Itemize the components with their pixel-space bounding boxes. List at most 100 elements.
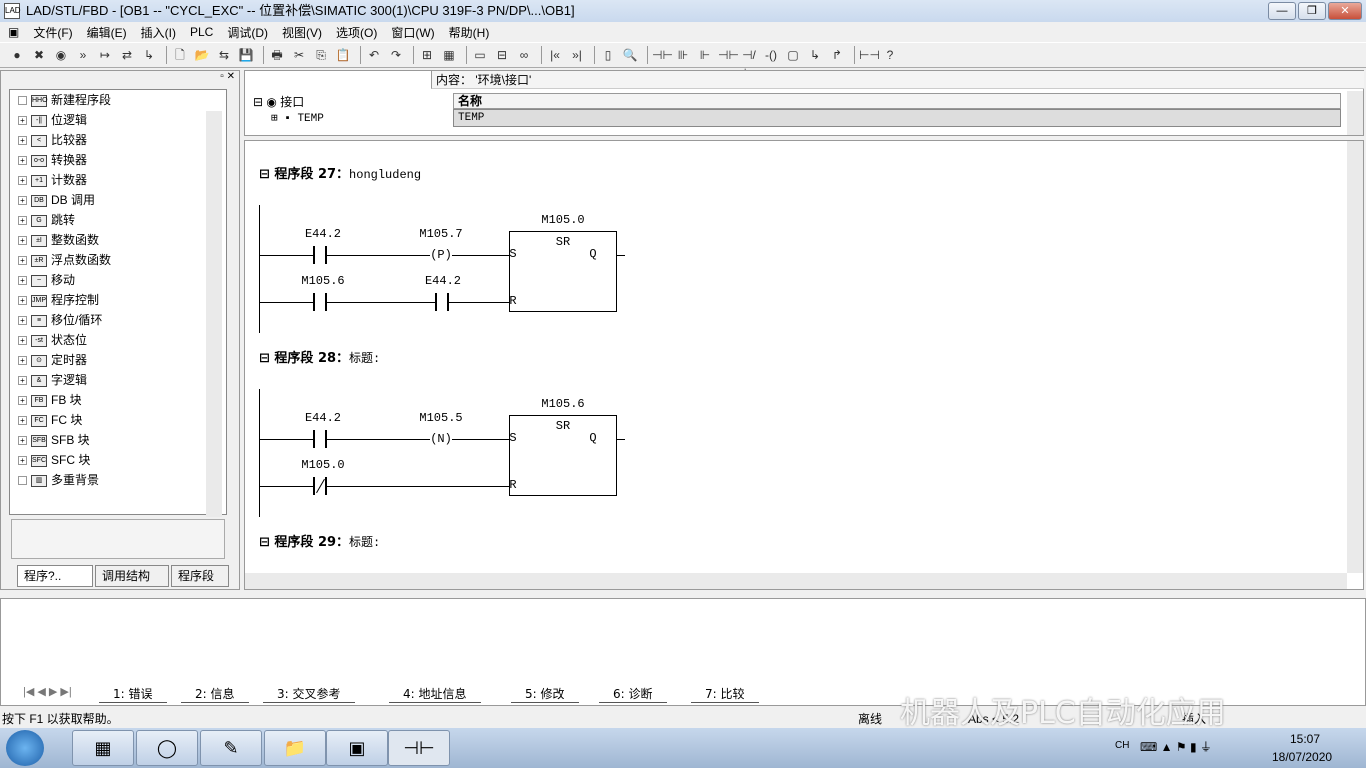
toolbar-button-icon[interactable]: ↦ (96, 46, 114, 64)
expand-icon[interactable]: + (18, 236, 27, 246)
expand-icon[interactable]: + (18, 416, 27, 426)
network-header[interactable]: ⊟ 程序段 27：honglude​ng (259, 163, 421, 182)
toolbar-button-icon[interactable]: ? (881, 46, 899, 64)
collapse-icon[interactable]: ⊟ (259, 535, 274, 550)
interface-temp[interactable]: ⊞ ▪ TEMP (271, 111, 324, 125)
interface-row-temp[interactable]: TEMP (453, 109, 1341, 127)
expand-icon[interactable]: + (18, 216, 27, 226)
tab-nav-arrows[interactable]: |◀ ◀ ▶ ▶| (23, 685, 72, 698)
expand-icon[interactable]: + (18, 196, 27, 206)
tree-item[interactable]: ▥ 多重背景 (10, 470, 226, 490)
menu-item[interactable]: 编辑(E) (87, 24, 127, 41)
contact-E44.2[interactable] (313, 246, 327, 264)
expand-icon[interactable]: + (18, 456, 27, 466)
maximize-button[interactable]: ❐ (1298, 2, 1326, 20)
tree-item[interactable]: + -|| 位逻辑 (10, 110, 226, 130)
menu-item[interactable]: 视图(V) (282, 24, 322, 41)
tree-item[interactable]: HHO 新建程序段 (10, 90, 226, 110)
expand-icon[interactable]: + (18, 436, 27, 446)
expand-icon[interactable]: + (18, 276, 27, 286)
toolbar-button-icon[interactable]: 🖶 (268, 46, 286, 64)
toolbar-button-icon[interactable]: -() (762, 46, 780, 64)
tree-item[interactable]: + FB FB 块 (10, 390, 226, 410)
toolbar-button-icon[interactable]: ↱ (828, 46, 846, 64)
toolbar-button-icon[interactable]: ⊞ (418, 46, 436, 64)
output-tab[interactable]: 2: 信息 (181, 685, 249, 703)
toolbar-button-icon[interactable]: » (74, 46, 92, 64)
expand-icon[interactable]: + (18, 256, 27, 266)
menu-item[interactable]: 插入(I) (141, 24, 176, 41)
tree-item[interactable]: + ±R 浮点数函数 (10, 250, 226, 270)
contact-E44.2[interactable] (313, 430, 327, 448)
tab-program-elements[interactable]: 程序?.. (17, 565, 93, 587)
toolbar-button-icon[interactable]: »| (568, 46, 586, 64)
tree-item[interactable]: + < 比较器 (10, 130, 226, 150)
doc-icon[interactable]: ▣ (8, 25, 19, 39)
toolbar-button-icon[interactable]: ⊪ (674, 46, 692, 64)
task-powerpoint-icon[interactable]: ▣ (326, 730, 388, 766)
tab-call-structure[interactable]: 调用结构 (95, 565, 169, 587)
tray-icons[interactable]: ⌨ ▲ ⚑ ▮ ⏚ (1140, 738, 1212, 755)
toolbar-button-icon[interactable]: 🗋 (171, 46, 189, 64)
output-tab[interactable]: 5: 修改 (511, 685, 579, 703)
tree-item[interactable]: + FC FC 块 (10, 410, 226, 430)
tree-item[interactable]: + SFC SFC 块 (10, 450, 226, 470)
expand-icon[interactable]: + (18, 356, 27, 366)
menu-item[interactable]: 帮助(H) (449, 24, 490, 41)
toolbar-button-icon[interactable]: ▢ (784, 46, 802, 64)
toolbar-button-icon[interactable]: ⊢⊣ (859, 46, 880, 64)
tree-item[interactable]: + -st 状态位 (10, 330, 226, 350)
tree-item[interactable]: + o-o 转换器 (10, 150, 226, 170)
expand-icon[interactable] (18, 476, 27, 486)
tree-item[interactable]: + ±I 整数函数 (10, 230, 226, 250)
contact-E44.2[interactable] (435, 293, 449, 311)
tree-item[interactable]: + SFB SFB 块 (10, 430, 226, 450)
toolbar-button-icon[interactable]: ◉ (52, 46, 70, 64)
output-tab[interactable]: 3: 交叉参考 (263, 685, 355, 703)
tree-item[interactable]: + ⊙ 定时器 (10, 350, 226, 370)
coil-N[interactable]: (N) (430, 430, 452, 448)
toolbar-button-icon[interactable]: ⇆ (215, 46, 233, 64)
tray-date[interactable]: 18/07/2020 (1272, 750, 1332, 764)
collapse-icon[interactable]: ⊟ (259, 167, 274, 182)
task-ladeditor-icon[interactable]: ⊣⊢ (388, 730, 450, 766)
toolbar-button-icon[interactable]: ▯ (599, 46, 617, 64)
tray-time[interactable]: 15:07 (1290, 732, 1320, 746)
minimize-button[interactable]: — (1268, 2, 1296, 20)
task-browser-icon[interactable]: ◯ (136, 730, 198, 766)
output-tab[interactable]: 7: 比较 (691, 685, 759, 703)
toolbar-button-icon[interactable]: ↳ (140, 46, 158, 64)
start-button[interactable] (6, 730, 44, 766)
output-tab[interactable]: 6: 诊断 (599, 685, 667, 703)
toolbar-button-icon[interactable]: ↶ (365, 46, 383, 64)
tree-item[interactable]: + G 跳转 (10, 210, 226, 230)
toolbar-button-icon[interactable]: 📂 (193, 46, 211, 64)
close-button[interactable]: ✕ (1328, 2, 1362, 20)
panel-close-icon[interactable]: ▫ ✕ (220, 71, 235, 82)
task-simatic-icon[interactable]: ✎ (200, 730, 262, 766)
toolbar-button-icon[interactable]: ⊣/⊢ (740, 46, 758, 80)
toolbar-button-icon[interactable]: ▭ (471, 46, 489, 64)
tree-scrollbar[interactable] (206, 111, 222, 517)
tree-item[interactable]: + DB DB 调用 (10, 190, 226, 210)
expand-icon[interactable]: + (18, 136, 27, 146)
coil-P[interactable]: (P) (430, 246, 452, 264)
toolbar-button-icon[interactable]: ⊟ (493, 46, 511, 64)
editor-vscroll[interactable] (1347, 141, 1363, 573)
network-header[interactable]: ⊟ 程序段 29：标题: (259, 531, 380, 550)
toolbar-button-icon[interactable]: ▦ (440, 46, 458, 64)
editor-hscroll[interactable] (245, 573, 1347, 589)
expand-icon[interactable]: + (18, 336, 27, 346)
tree-item[interactable]: + ~ 移动 (10, 270, 226, 290)
toolbar-button-icon[interactable]: ⊣⊢ (652, 46, 673, 64)
menu-item[interactable]: 选项(O) (336, 24, 377, 41)
tray-language[interactable]: CH (1115, 740, 1129, 751)
toolbar-button-icon[interactable]: ↷ (387, 46, 405, 64)
expand-icon[interactable]: + (18, 376, 27, 386)
toolbar-button-icon[interactable]: ↳ (806, 46, 824, 64)
tree-item[interactable]: + ≡ 移位/循环 (10, 310, 226, 330)
menu-item[interactable]: 调试(D) (227, 24, 268, 41)
expand-icon[interactable]: + (18, 116, 27, 126)
tab-networks[interactable]: 程序段 (171, 565, 229, 587)
expand-icon[interactable]: + (18, 176, 27, 186)
